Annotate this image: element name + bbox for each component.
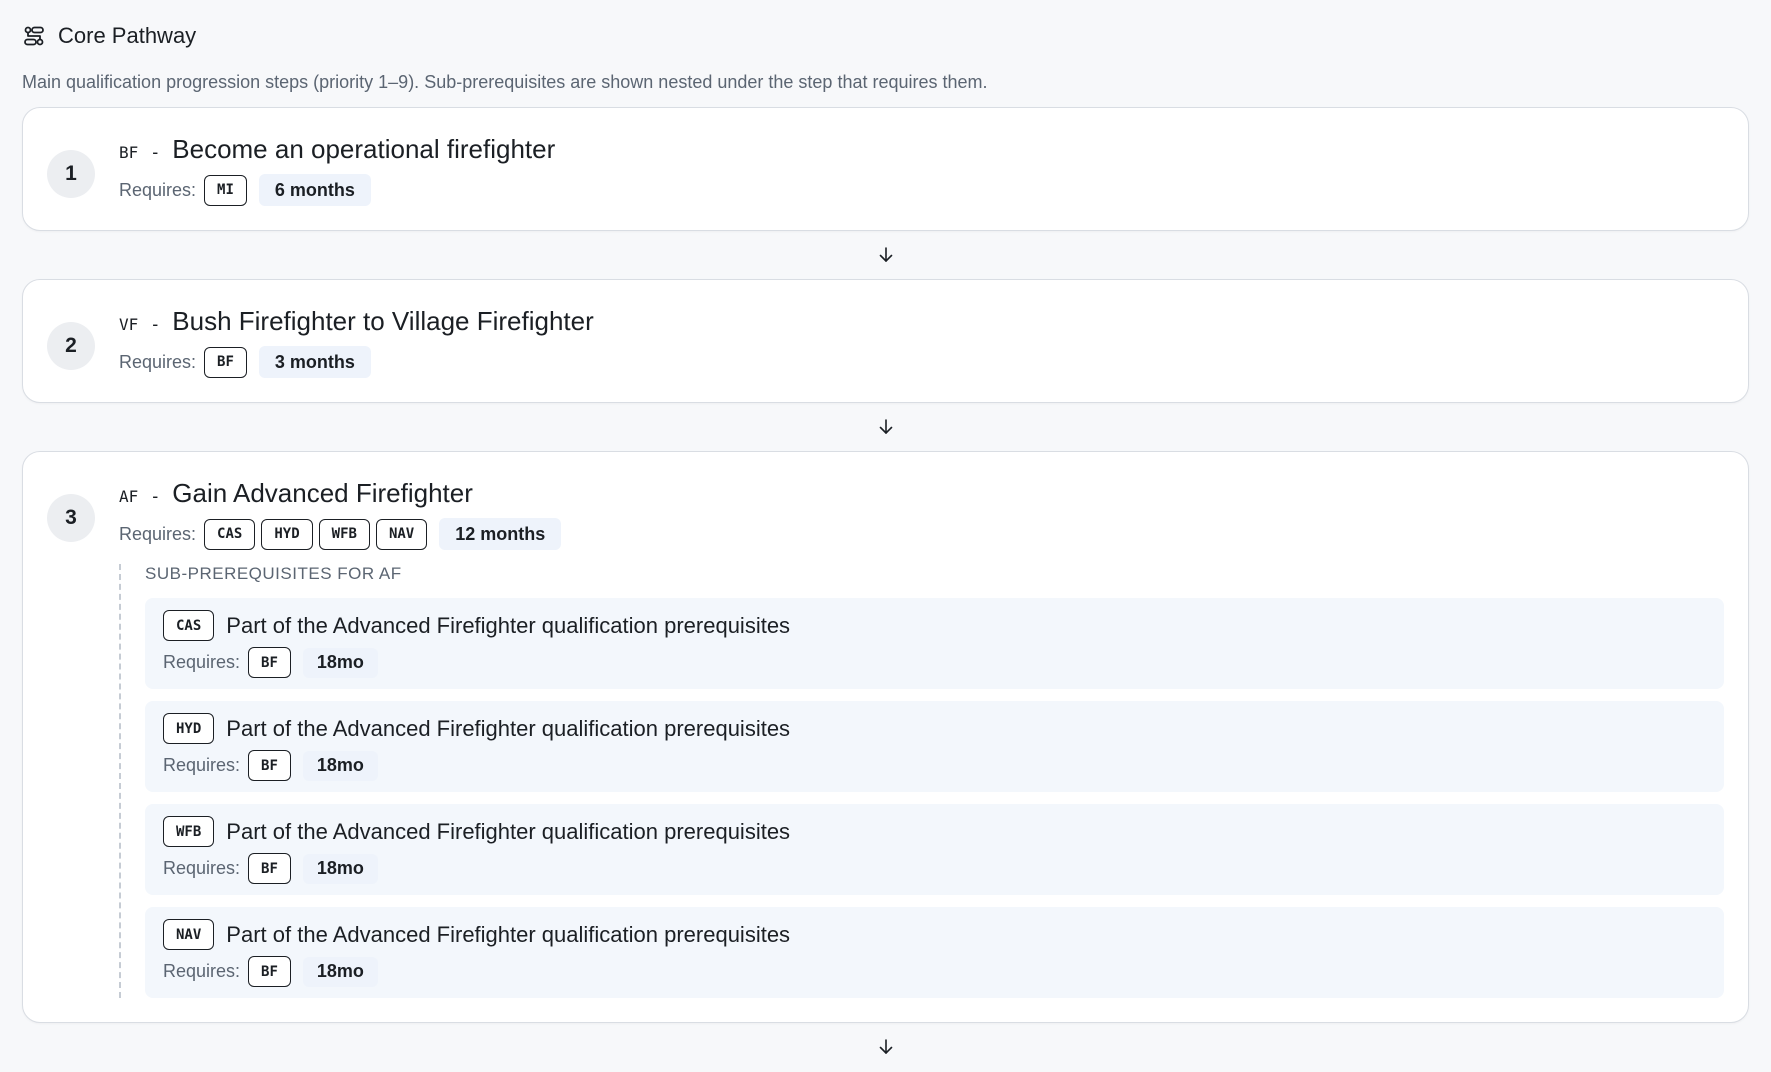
duration-badge: 18mo [302,853,378,884]
requires-label: Requires: [163,858,241,878]
requirement-chip[interactable]: NAV [375,518,428,550]
separator: - [152,314,159,334]
step-title: Become an operational firefighter [172,134,556,164]
duration-badge: 18mo [302,956,378,987]
requirement-chip[interactable]: BF [204,346,247,378]
step-number: 1 [47,150,95,198]
requirement-chip[interactable]: BF [248,647,291,678]
step-code: AF [119,487,139,506]
sub-prerequisites: SUB-PREREQUISITES FOR AF CAS Part of the… [119,564,1724,998]
step-card[interactable]: 2 VF - Bush Firefighter to Village Firef… [22,279,1749,403]
separator: - [152,486,159,506]
requirement-chip[interactable]: BF [248,750,291,781]
requires-label: Requires: [119,351,197,372]
requirements-row: Requires: MI 6 months [119,174,1724,206]
duration-badge: 18mo [302,647,378,678]
sub-title: Part of the Advanced Firefighter qualifi… [226,818,791,844]
step-code: VF [119,315,139,334]
requirement-chip[interactable]: BF [248,956,291,987]
sub-title: Part of the Advanced Firefighter qualifi… [226,715,791,741]
step-title: Bush Firefighter to Village Firefighter [172,306,594,336]
step-number: 2 [47,322,95,370]
requires-label: Requires: [163,755,241,775]
requirements-row: Requires: BF 18mo [163,750,1706,781]
core-pathway-page: Core Pathway Main qualification progress… [0,0,1771,1071]
separator: - [152,142,159,162]
requires-label: Requires: [119,179,197,200]
duration-badge: 12 months [439,518,562,550]
sub-prerequisites-heading: SUB-PREREQUISITES FOR AF [145,564,402,583]
sub-prerequisite-card[interactable]: WFB Part of the Advanced Firefighter qua… [145,804,1724,895]
sub-code-chip: WFB [163,816,215,847]
sub-title: Part of the Advanced Firefighter qualifi… [226,921,791,947]
requirements-row: Requires: BF 18mo [163,956,1706,987]
section-header: Core Pathway [22,22,1749,50]
sub-title: Part of the Advanced Firefighter qualifi… [226,612,791,638]
duration-badge: 6 months [258,174,371,206]
arrow-down-icon [22,403,1749,451]
step-number: 3 [47,494,95,542]
requirements-row: Requires: BF 18mo [163,853,1706,884]
sub-code-chip: CAS [163,610,215,641]
requires-label: Requires: [163,652,241,672]
sub-prerequisite-card[interactable]: CAS Part of the Advanced Firefighter qua… [145,598,1724,689]
requirements-row: Requires: BF 3 months [119,346,1724,378]
step-card[interactable]: 3 AF - Gain Advanced Firefighter Require… [22,451,1749,1023]
requirements-row: Requires: CAS HYD WFB NAV 12 months [119,518,1724,550]
requirement-chip[interactable]: WFB [318,518,370,550]
requirement-chip[interactable]: CAS [204,518,256,550]
sub-code-chip: HYD [163,713,215,744]
page-description: Main qualification progression steps (pr… [22,72,988,92]
requirement-chip[interactable]: MI [204,174,247,206]
sub-prerequisite-card[interactable]: HYD Part of the Advanced Firefighter qua… [145,701,1724,792]
duration-badge: 18mo [302,750,378,781]
requirement-chip[interactable]: BF [248,853,291,884]
step-code: BF [119,143,139,162]
requires-label: Requires: [163,961,241,981]
requirement-chip[interactable]: HYD [261,518,313,550]
duration-badge: 3 months [258,346,371,378]
step-card[interactable]: 1 BF - Become an operational firefighter… [22,107,1749,231]
arrow-down-icon [22,231,1749,279]
sub-prerequisite-card[interactable]: NAV Part of the Advanced Firefighter qua… [145,907,1724,998]
requires-label: Requires: [119,523,197,544]
page-title: Core Pathway [58,23,197,48]
sub-code-chip: NAV [163,919,215,950]
pathway-icon [22,24,46,48]
requirements-row: Requires: BF 18mo [163,647,1706,678]
arrow-down-icon [22,1023,1749,1071]
step-title: Gain Advanced Firefighter [172,478,473,508]
